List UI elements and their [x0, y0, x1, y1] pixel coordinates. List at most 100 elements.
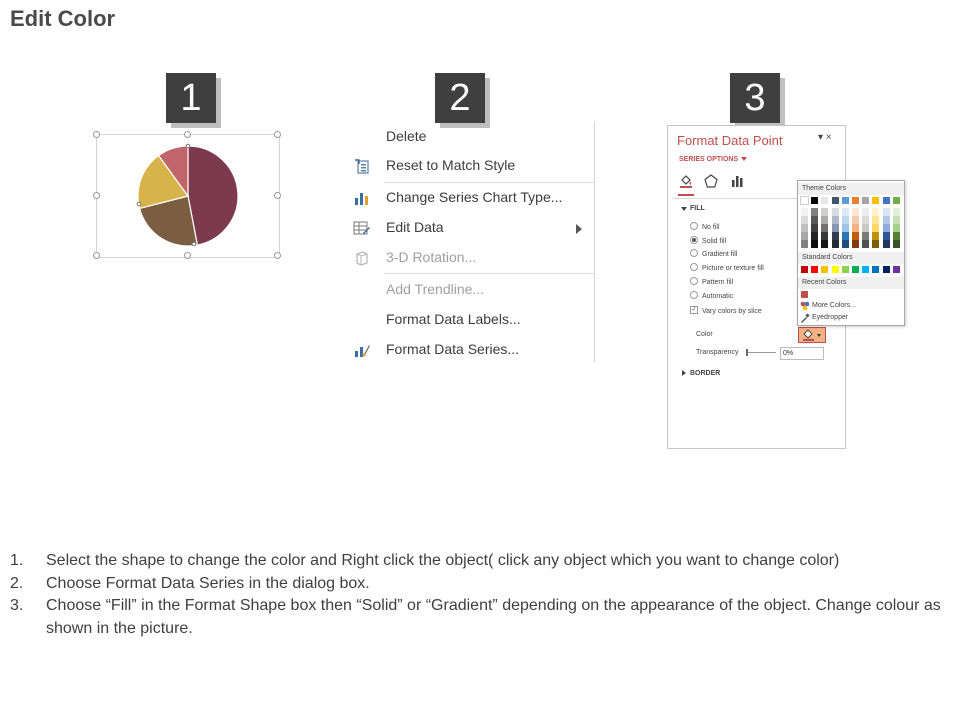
color-swatch[interactable] [862, 266, 870, 273]
color-swatch[interactable] [831, 216, 839, 224]
color-swatch[interactable] [882, 232, 890, 240]
color-swatch[interactable] [801, 266, 808, 273]
color-swatch[interactable] [862, 208, 870, 216]
color-swatch[interactable] [831, 232, 839, 240]
color-swatch[interactable] [831, 224, 839, 232]
pane-close-icon[interactable]: ▾ × [818, 132, 832, 143]
color-swatch[interactable] [862, 216, 870, 224]
menu-item-delete[interactable]: Delete [348, 124, 594, 150]
no-fill-radio[interactable]: No fill [690, 222, 720, 231]
fill-section-header[interactable]: FILL [690, 205, 705, 212]
color-swatch[interactable] [821, 266, 829, 273]
color-swatch[interactable] [892, 208, 900, 216]
color-swatch[interactable] [852, 216, 859, 224]
menu-item-format-data-labels[interactable]: Format Data Labels... [348, 307, 594, 333]
color-swatch[interactable] [821, 197, 829, 204]
more-colors-link[interactable]: More Colors... [812, 302, 856, 309]
slice-selection-handle[interactable] [191, 241, 197, 247]
color-swatch[interactable] [872, 224, 880, 232]
menu-item-3d-rotation[interactable]: 3-D Rotation... [348, 245, 594, 271]
color-swatch[interactable] [841, 216, 849, 224]
color-swatch[interactable] [872, 208, 880, 216]
color-swatch[interactable] [811, 208, 819, 216]
color-swatch[interactable] [821, 224, 829, 232]
slice-selection-handle[interactable] [185, 143, 191, 149]
color-swatch[interactable] [872, 266, 880, 273]
resize-handle[interactable] [93, 131, 100, 138]
color-swatch[interactable] [872, 232, 880, 240]
color-swatch[interactable] [801, 208, 808, 216]
menu-item-format-data-series[interactable]: Format Data Series... [348, 337, 594, 363]
solid-fill-radio[interactable]: Solid fill [690, 236, 726, 245]
series-options-tab-icon[interactable] [730, 174, 744, 188]
color-swatch[interactable] [892, 266, 900, 273]
resize-handle[interactable] [93, 252, 100, 259]
color-swatch[interactable] [841, 266, 849, 273]
color-swatch[interactable] [801, 240, 808, 248]
color-swatch[interactable] [882, 197, 890, 204]
color-swatch[interactable] [852, 208, 859, 216]
color-swatch[interactable] [862, 232, 870, 240]
color-swatch[interactable] [892, 232, 900, 240]
resize-handle[interactable] [184, 131, 191, 138]
color-swatch[interactable] [852, 266, 859, 273]
color-swatch[interactable] [882, 266, 890, 273]
vary-colors-checkbox[interactable]: ✓ Vary colors by slice [690, 306, 762, 315]
color-swatch[interactable] [852, 240, 859, 248]
eyedropper-button[interactable]: Eyedropper [812, 314, 848, 321]
resize-handle[interactable] [274, 252, 281, 259]
color-swatch[interactable] [811, 266, 819, 273]
pattern-fill-radio[interactable]: Pattern fill [690, 277, 733, 286]
color-swatch[interactable] [801, 216, 808, 224]
menu-item-add-trendline[interactable]: Add Trendline... [348, 277, 594, 303]
menu-item-change-series-chart-type[interactable]: Change Series Chart Type... [348, 185, 594, 211]
color-swatch[interactable] [852, 232, 859, 240]
color-swatch[interactable] [811, 232, 819, 240]
color-swatch[interactable] [811, 224, 819, 232]
color-swatch[interactable] [821, 216, 829, 224]
color-swatch[interactable] [852, 197, 859, 204]
expand-icon[interactable] [681, 207, 687, 211]
color-swatch[interactable] [841, 240, 849, 248]
color-swatch[interactable] [882, 240, 890, 248]
color-swatch[interactable] [811, 197, 819, 204]
collapse-icon[interactable] [682, 370, 686, 376]
color-swatch[interactable] [882, 216, 890, 224]
menu-item-edit-data[interactable]: Edit Data [348, 215, 594, 241]
color-swatch[interactable] [892, 224, 900, 232]
color-swatch[interactable] [862, 224, 870, 232]
fill-line-tab-icon[interactable] [679, 174, 693, 188]
color-swatch[interactable] [852, 224, 859, 232]
color-swatch[interactable] [892, 197, 900, 204]
color-swatch[interactable] [821, 232, 829, 240]
resize-handle[interactable] [274, 131, 281, 138]
transparency-slider-track[interactable] [746, 352, 776, 353]
color-swatch[interactable] [872, 216, 880, 224]
color-swatch[interactable] [811, 240, 819, 248]
color-swatch[interactable] [892, 240, 900, 248]
color-swatch[interactable] [841, 208, 849, 216]
color-swatch[interactable] [862, 240, 870, 248]
menu-item-reset-to-match-style[interactable]: Reset to Match Style [348, 153, 594, 179]
color-swatch[interactable] [800, 196, 809, 205]
automatic-radio[interactable]: Automatic [690, 291, 733, 300]
pie-slice[interactable] [187, 145, 239, 246]
color-swatch[interactable] [801, 232, 808, 240]
slice-selection-handle[interactable] [136, 201, 142, 207]
color-swatch[interactable] [821, 240, 829, 248]
color-swatch[interactable] [882, 224, 890, 232]
chart-selection-frame[interactable] [93, 131, 281, 259]
picture-fill-radio[interactable]: Picture or texture fill [690, 263, 764, 272]
color-swatch[interactable] [872, 240, 880, 248]
effects-tab-icon[interactable] [704, 174, 718, 188]
color-swatch[interactable] [801, 224, 808, 232]
resize-handle[interactable] [184, 252, 191, 259]
fill-color-button[interactable] [798, 327, 826, 343]
pie-chart[interactable] [97, 135, 279, 257]
color-swatch[interactable] [882, 208, 890, 216]
color-swatch[interactable] [801, 291, 808, 298]
color-swatch[interactable] [841, 232, 849, 240]
resize-handle[interactable] [274, 192, 281, 199]
series-options-dropdown[interactable]: SERIES OPTIONS [679, 156, 738, 163]
color-swatch[interactable] [841, 197, 849, 204]
